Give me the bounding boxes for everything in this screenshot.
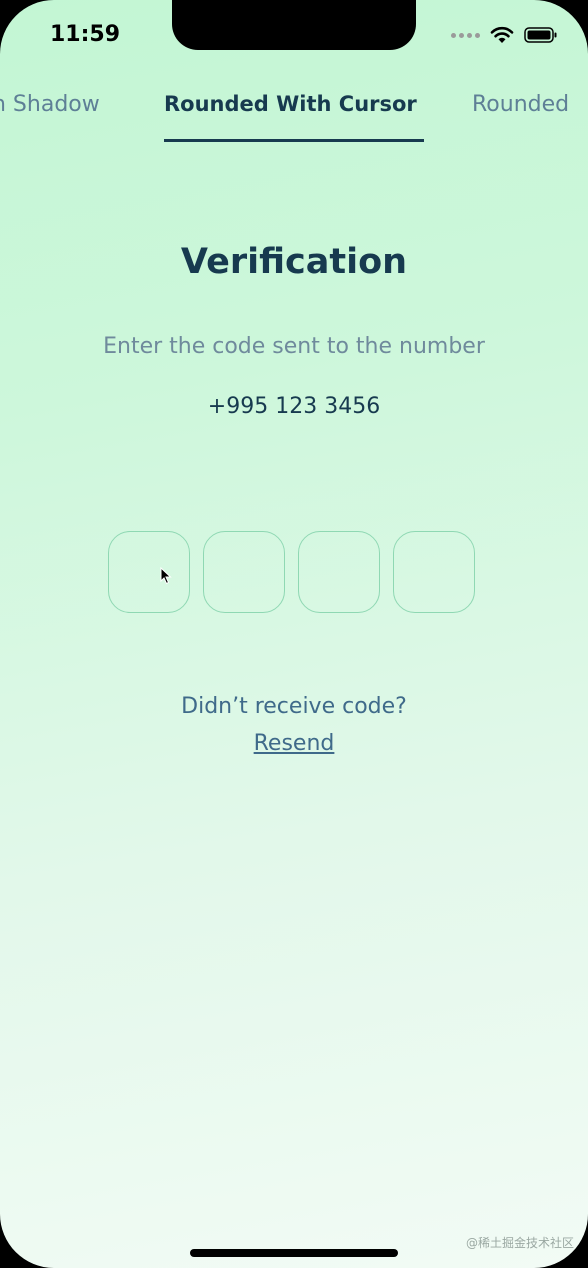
phone-screen: 11:59 n Shadow Rounded With Cursor Round… <box>0 0 588 1268</box>
tab-rounded-with-shadow[interactable]: n Shadow <box>0 92 100 117</box>
resend-question: Didn’t receive code? <box>181 694 407 719</box>
page-title: Verification <box>180 242 408 282</box>
tab-rounded-with-cursor[interactable]: Rounded With Cursor <box>164 92 417 116</box>
resend-container: Resend <box>0 731 588 756</box>
active-tab-indicator <box>164 139 424 142</box>
otp-digit-2[interactable] <box>203 531 285 613</box>
subtitle: Enter the code sent to the number <box>103 334 485 359</box>
otp-digit-4[interactable] <box>393 531 475 613</box>
tab-rounded[interactable]: Rounded <box>472 92 569 117</box>
signal-dots-icon <box>451 32 480 38</box>
resend-link[interactable]: Resend <box>254 731 335 756</box>
status-icons <box>451 26 558 44</box>
watermark: @稀土掘金技术社区 <box>465 1236 574 1250</box>
tab-bar: n Shadow Rounded With Cursor Rounded <box>0 78 588 144</box>
phone-number: +995 123 3456 <box>207 394 381 419</box>
wifi-icon <box>490 26 514 43</box>
status-time: 11:59 <box>50 22 121 47</box>
home-indicator[interactable] <box>190 1249 398 1257</box>
otp-digit-1[interactable] <box>108 531 190 613</box>
otp-digit-3[interactable] <box>298 531 380 613</box>
mouse-pointer-icon <box>160 567 172 585</box>
battery-icon <box>524 27 557 43</box>
notch <box>172 0 416 50</box>
